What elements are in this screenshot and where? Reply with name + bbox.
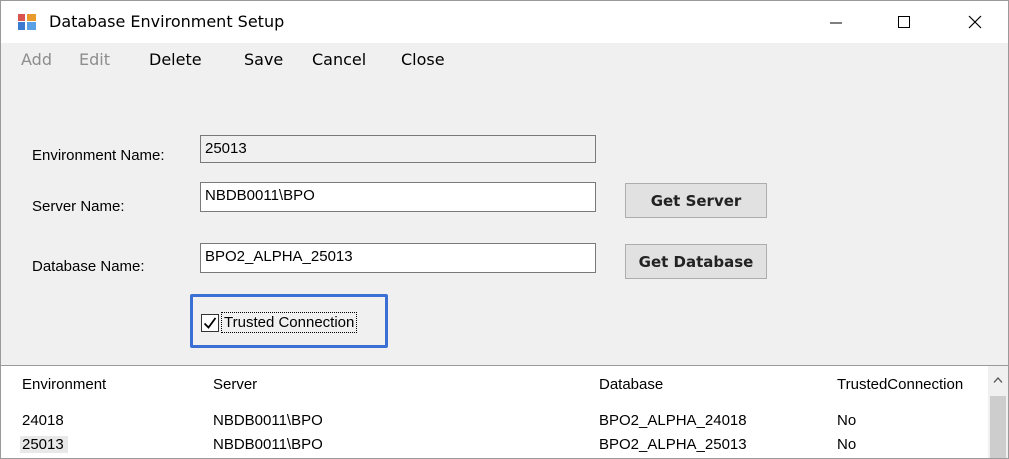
database-name-field[interactable]: BPO2_ALPHA_25013 xyxy=(200,243,596,273)
menu-delete[interactable]: Delete xyxy=(149,50,202,69)
menu-add[interactable]: Add xyxy=(21,50,52,69)
environment-name-label: Environment Name: xyxy=(32,147,165,164)
database-environment-setup-window: Database Environment Setup Add Edit Dele… xyxy=(0,0,1009,459)
environment-grid: Environment Server Database TrustedConne… xyxy=(1,365,1008,458)
column-header-environment[interactable]: Environment xyxy=(22,376,106,393)
minimize-button[interactable] xyxy=(806,1,866,43)
close-icon xyxy=(968,15,982,29)
get-server-button[interactable]: Get Server xyxy=(625,183,767,218)
grid-cell-server[interactable]: NBDB0011\BPO xyxy=(213,436,323,453)
column-header-database[interactable]: Database xyxy=(599,376,663,393)
scroll-up-button[interactable] xyxy=(988,366,1008,394)
maximize-icon xyxy=(898,16,910,28)
scrollbar-thumb[interactable] xyxy=(990,396,1006,458)
grid-cell-database[interactable]: BPO2_ALPHA_25013 xyxy=(599,436,747,453)
trusted-connection-checkbox[interactable] xyxy=(201,314,219,332)
column-header-server[interactable]: Server xyxy=(213,376,257,393)
maximize-button[interactable] xyxy=(874,1,934,43)
menu-save[interactable]: Save xyxy=(244,50,283,69)
grid-cell-server[interactable]: NBDB0011\BPO xyxy=(213,412,323,429)
grid-cell-environment-selected[interactable]: 25013 xyxy=(20,436,68,453)
menu-cancel[interactable]: Cancel xyxy=(312,50,366,69)
database-name-label: Database Name: xyxy=(32,258,145,275)
column-header-trustedconnection[interactable]: TrustedConnection xyxy=(837,376,963,393)
server-name-label: Server Name: xyxy=(32,198,125,215)
grid-cell-trustedconnection[interactable]: No xyxy=(837,436,856,453)
minimize-icon xyxy=(830,22,842,24)
server-name-field[interactable]: NBDB0011\BPO xyxy=(200,182,596,212)
app-window-icon xyxy=(18,14,36,30)
trusted-connection-label[interactable]: Trusted Connection xyxy=(221,312,358,333)
menu-edit[interactable]: Edit xyxy=(79,50,110,69)
environment-name-field[interactable]: 25013 xyxy=(200,135,596,163)
menu-bar: Add Edit Delete Save Cancel Close xyxy=(1,43,1008,78)
close-window-button[interactable] xyxy=(945,1,1005,43)
title-bar: Database Environment Setup xyxy=(1,1,1008,43)
window-title: Database Environment Setup xyxy=(49,12,285,31)
grid-cell-trustedconnection[interactable]: No xyxy=(837,412,856,429)
checkmark-icon xyxy=(203,317,217,329)
menu-close[interactable]: Close xyxy=(401,50,445,69)
grid-cell-database[interactable]: BPO2_ALPHA_24018 xyxy=(599,412,747,429)
grid-cell-environment[interactable]: 24018 xyxy=(22,412,64,429)
chevron-up-icon xyxy=(993,377,1003,383)
get-database-button[interactable]: Get Database xyxy=(625,244,767,279)
